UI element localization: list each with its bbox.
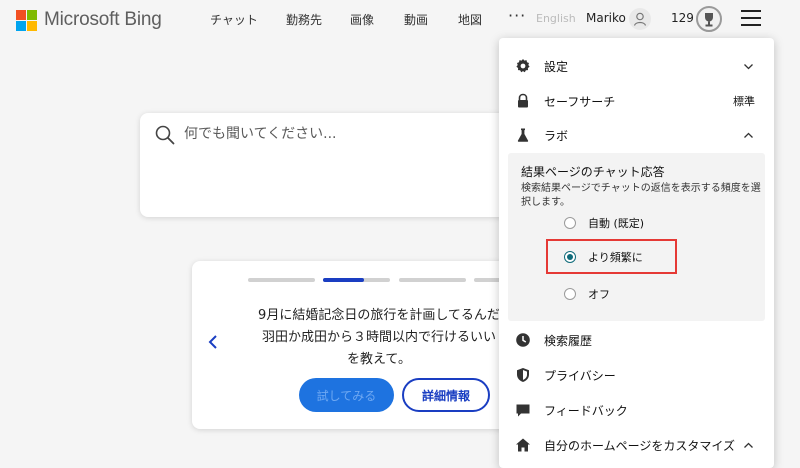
menu-hamburger-icon[interactable]: [741, 10, 761, 28]
search-input[interactable]: [182, 122, 486, 146]
menu-item-feedback[interactable]: フィードバック: [499, 395, 774, 425]
menu-item-safesearch[interactable]: セーフサーチ 標準: [499, 86, 774, 116]
nav-work[interactable]: 勤務先: [286, 11, 350, 28]
nav-chat[interactable]: チャット: [210, 11, 286, 28]
labs-panel-title: 結果ページのチャット応答: [521, 165, 665, 179]
avatar[interactable]: [629, 8, 651, 30]
suggestion-line: 羽田か成田から３時間以内で行けるいい: [261, 330, 496, 345]
search-icon: [155, 125, 175, 145]
rewards-trophy-icon[interactable]: [696, 6, 722, 32]
menu-item-history[interactable]: 検索履歴: [499, 325, 774, 355]
carousel-prev-button[interactable]: [204, 331, 224, 353]
menu-item-settings[interactable]: 設定: [499, 51, 774, 81]
nav-maps[interactable]: 地図: [458, 11, 498, 28]
menu-item-privacy[interactable]: プライバシー: [499, 360, 774, 390]
menu-label: セーフサーチ: [544, 94, 616, 109]
nav-videos[interactable]: 動画: [404, 11, 458, 28]
radio-button[interactable]: [564, 288, 576, 300]
radio-label: オフ: [588, 288, 610, 301]
labs-panel-description: 検索結果ページでチャットの返信を表示する頻度を選択します。: [521, 183, 761, 208]
suggestion-carousel: 9月に結婚記念日の旅行を計画してるんだ 羽田か成田から３時間以内で行けるいい を…: [192, 261, 520, 429]
user-name[interactable]: Mariko: [586, 11, 626, 25]
gear-icon: [515, 58, 531, 74]
chevron-down-icon: [744, 63, 753, 69]
menu-label: フィードバック: [544, 403, 628, 418]
rewards-points[interactable]: 129: [671, 11, 694, 25]
lock-icon: [515, 93, 531, 109]
safesearch-value: 標準: [733, 95, 755, 108]
more-nav-button[interactable]: ···: [508, 6, 526, 25]
menu-item-customize-homepage[interactable]: 自分のホームページをカスタマイズ: [499, 430, 774, 460]
menu-label: 設定: [544, 59, 569, 74]
settings-menu: 設定 セーフサーチ 標準 ラボ 結果ページのチャット応答 検索結果ページでチャッ…: [499, 38, 774, 468]
details-button[interactable]: 詳細情報: [402, 378, 490, 412]
suggestion-text: 9月に結婚記念日の旅行を計画してるんだ 羽田か成田から３時間以内で行けるいい を…: [234, 305, 520, 371]
language-link[interactable]: English: [536, 12, 576, 25]
carousel-indicator-active[interactable]: [323, 278, 390, 282]
chevron-up-icon: [744, 442, 753, 448]
feedback-icon: [515, 402, 531, 418]
radio-button[interactable]: [564, 217, 576, 229]
suggestion-line: を教えて。: [347, 352, 411, 367]
carousel-indicator[interactable]: [399, 278, 466, 282]
person-icon: [633, 12, 647, 26]
top-nav: チャット 勤務先 画像 動画 地図: [210, 11, 498, 28]
radio-option-off[interactable]: オフ: [564, 284, 610, 304]
menu-label: 自分のホームページをカスタマイズ: [544, 438, 736, 453]
try-it-button[interactable]: 試してみる: [299, 378, 394, 412]
flask-icon: [515, 127, 531, 143]
carousel-indicator[interactable]: [248, 278, 315, 282]
search-box: [140, 113, 520, 217]
suggestion-line: 9月に結婚記念日の旅行を計画してるんだ: [258, 308, 500, 323]
chevron-up-icon: [744, 132, 753, 138]
shield-icon: [515, 367, 531, 383]
menu-label: ラボ: [544, 128, 569, 143]
menu-item-labs[interactable]: ラボ: [499, 120, 774, 150]
microsoft-logo-icon: [16, 9, 37, 31]
brand-name: Microsoft Bing: [44, 9, 162, 30]
nav-images[interactable]: 画像: [350, 11, 404, 28]
home-icon: [515, 437, 531, 453]
labs-panel: 結果ページのチャット応答 検索結果ページでチャットの返信を表示する頻度を選択しま…: [508, 153, 765, 321]
radio-option-auto[interactable]: 自動 (既定): [564, 213, 644, 233]
highlight-box: [546, 239, 677, 274]
top-header: Microsoft Bing チャット 勤務先 画像 動画 地図 ··· Eng…: [0, 0, 800, 38]
clock-icon: [515, 332, 531, 348]
chevron-left-icon: [208, 335, 217, 349]
radio-label: 自動 (既定): [588, 217, 645, 230]
menu-label: プライバシー: [544, 368, 616, 383]
menu-label: 検索履歴: [544, 333, 593, 348]
bing-logo[interactable]: Microsoft Bing: [16, 9, 162, 31]
